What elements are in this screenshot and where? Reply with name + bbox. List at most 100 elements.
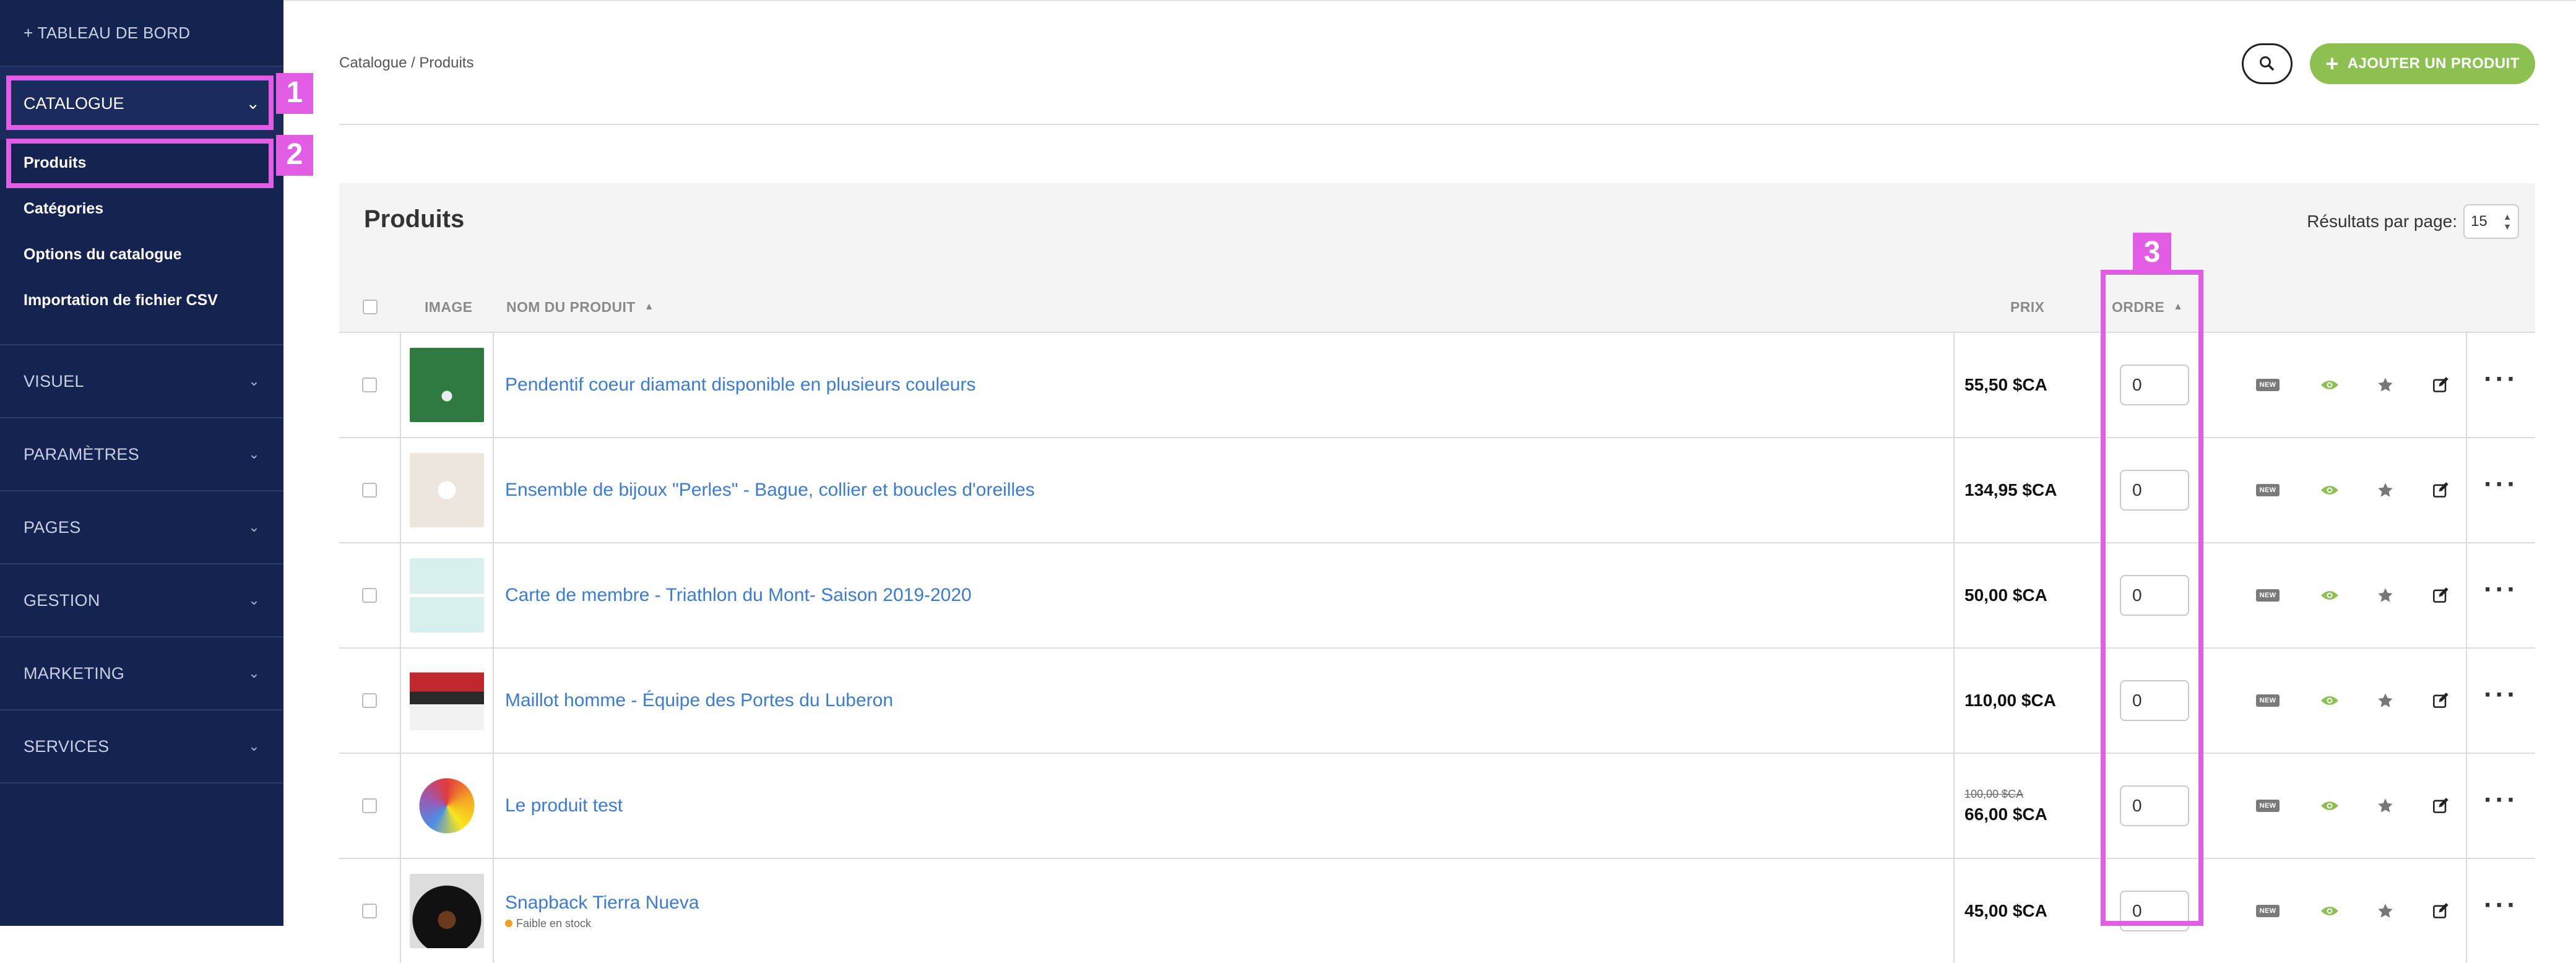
eye-icon (2321, 696, 2338, 705)
sidebar-section-pages[interactable]: PAGES ⌄ (0, 491, 283, 564)
row-checkbox[interactable] (362, 378, 377, 392)
row-actions: NEW (2206, 649, 2466, 753)
sidebar-section-visuel[interactable]: VISUEL ⌄ (0, 345, 283, 418)
visibility-toggle[interactable] (2311, 438, 2348, 542)
row-select-cell (339, 333, 401, 437)
sidebar-section-services[interactable]: SERVICES ⌄ (0, 710, 283, 784)
edit-icon (2433, 377, 2448, 392)
edit-button[interactable] (2423, 649, 2460, 753)
breadcrumb[interactable]: Catalogue / Produits (339, 54, 473, 72)
results-per-page-select[interactable]: 15 ▲ ▼ (2463, 204, 2519, 239)
new-toggle[interactable]: NEW (2249, 333, 2286, 437)
sidebar-item-options-catalogue[interactable]: Options du catalogue (0, 231, 283, 277)
old-price: 100,00 $CA (1964, 787, 2024, 800)
sidebar-dashboard-link[interactable]: + TABLEAU DE BORD (0, 0, 283, 67)
eye-icon (2321, 907, 2338, 915)
price-cell: 100,00 $CA 66,00 $CA (1955, 754, 2103, 858)
product-thumbnail[interactable] (410, 874, 484, 948)
product-name-link[interactable]: Ensemble de bijoux "Perles" - Bague, col… (505, 480, 1035, 501)
more-options-icon[interactable]: ··· (2484, 892, 2518, 919)
new-toggle[interactable]: NEW (2249, 754, 2286, 858)
row-checkbox[interactable] (362, 798, 377, 813)
add-product-button[interactable]: + AJOUTER UN PRODUIT (2310, 43, 2535, 84)
new-toggle[interactable]: NEW (2249, 859, 2286, 963)
plus-icon: + (2325, 51, 2339, 76)
featured-toggle[interactable] (2367, 333, 2404, 437)
select-arrows-icon: ▲ ▼ (2503, 212, 2512, 231)
sort-icon: ▲︎ (644, 301, 655, 312)
row-checkbox[interactable] (362, 693, 377, 708)
sidebar-section-gestion[interactable]: GESTION ⌄ (0, 564, 283, 637)
product-image-cell (401, 333, 494, 437)
eye-icon (2321, 486, 2338, 494)
price: 134,95 $CA (1964, 480, 2057, 499)
header-name[interactable]: NOM DU PRODUIT ▲︎ (506, 282, 654, 332)
star-icon (2378, 904, 2393, 918)
header-divider (339, 124, 2539, 125)
annotation-number-3: 3 (2133, 233, 2171, 274)
more-options-icon[interactable]: ··· (2484, 681, 2518, 709)
search-button[interactable] (2242, 43, 2293, 84)
row-checkbox[interactable] (362, 904, 377, 918)
products-panel: Produits Résultats par page: 15 ▲ ▼ IMAGE… (339, 183, 2535, 963)
select-all-checkbox[interactable] (363, 300, 378, 314)
more-options-icon[interactable]: ··· (2484, 787, 2518, 814)
visibility-toggle[interactable] (2311, 754, 2348, 858)
featured-toggle[interactable] (2367, 543, 2404, 647)
chevron-down-icon: ⌄ (248, 738, 260, 754)
new-toggle[interactable]: NEW (2249, 649, 2286, 753)
sidebar-section-parametres[interactable]: PARAMÈTRES ⌄ (0, 418, 283, 491)
edit-button[interactable] (2423, 438, 2460, 542)
product-thumbnail[interactable] (410, 558, 484, 633)
more-options-cell: ··· (2466, 543, 2535, 647)
edit-button[interactable] (2423, 543, 2460, 647)
edit-button[interactable] (2423, 754, 2460, 858)
results-per-page: Résultats par page: 15 ▲ ▼ (2307, 204, 2519, 239)
product-name-link[interactable]: Carte de membre - Triathlon du Mont- Sai… (505, 585, 972, 606)
row-checkbox[interactable] (362, 588, 377, 603)
row-select-cell (339, 649, 401, 753)
product-thumbnail[interactable] (410, 453, 484, 527)
sidebar-section-marketing[interactable]: MARKETING ⌄ (0, 637, 283, 710)
sidebar-item-categories[interactable]: Catégories (0, 186, 283, 231)
eye-icon (2321, 381, 2338, 389)
table-row: Ensemble de bijoux "Perles" - Bague, col… (339, 437, 2535, 542)
price: 45,00 $CA (1964, 901, 2047, 920)
new-toggle[interactable]: NEW (2249, 543, 2286, 647)
featured-toggle[interactable] (2367, 649, 2404, 753)
edit-button[interactable] (2423, 859, 2460, 963)
header-name-label: NOM DU PRODUIT (506, 298, 636, 315)
product-thumbnail[interactable] (410, 663, 484, 738)
product-name-cell: Pendentif coeur diamant disponible en pl… (494, 333, 1955, 437)
edit-icon (2433, 693, 2448, 708)
more-options-icon[interactable]: ··· (2484, 576, 2518, 603)
annotation-box-2 (6, 139, 274, 188)
header-price: PRIX (2010, 298, 2045, 315)
product-name-link[interactable]: Maillot homme - Équipe des Portes du Lub… (505, 690, 893, 711)
edit-button[interactable] (2423, 333, 2460, 437)
product-thumbnail[interactable] (410, 769, 484, 843)
new-badge-icon: NEW (2255, 694, 2280, 707)
sidebar-item-import-csv[interactable]: Importation de fichier CSV (0, 277, 283, 323)
annotation-number-2: 2 (276, 135, 313, 176)
featured-toggle[interactable] (2367, 859, 2404, 963)
more-options-icon[interactable]: ··· (2484, 366, 2518, 393)
product-name-link[interactable]: Snapback Tierra Nueva (505, 892, 699, 913)
more-options-icon[interactable]: ··· (2484, 471, 2518, 498)
visibility-toggle[interactable] (2311, 859, 2348, 963)
visibility-toggle[interactable] (2311, 543, 2348, 647)
visibility-toggle[interactable] (2311, 333, 2348, 437)
product-thumbnail[interactable] (410, 348, 484, 422)
table-row: Carte de membre - Triathlon du Mont- Sai… (339, 542, 2535, 647)
visibility-toggle[interactable] (2311, 649, 2348, 753)
new-toggle[interactable]: NEW (2249, 438, 2286, 542)
product-name-link[interactable]: Le produit test (505, 795, 623, 816)
panel-title: Produits (364, 205, 465, 233)
product-image-cell (401, 754, 494, 858)
eye-icon (2321, 801, 2338, 810)
featured-toggle[interactable] (2367, 438, 2404, 542)
row-checkbox[interactable] (362, 483, 377, 498)
featured-toggle[interactable] (2367, 754, 2404, 858)
product-name-link[interactable]: Pendentif coeur diamant disponible en pl… (505, 374, 975, 395)
price-cell: 45,00 $CA (1955, 859, 2103, 963)
